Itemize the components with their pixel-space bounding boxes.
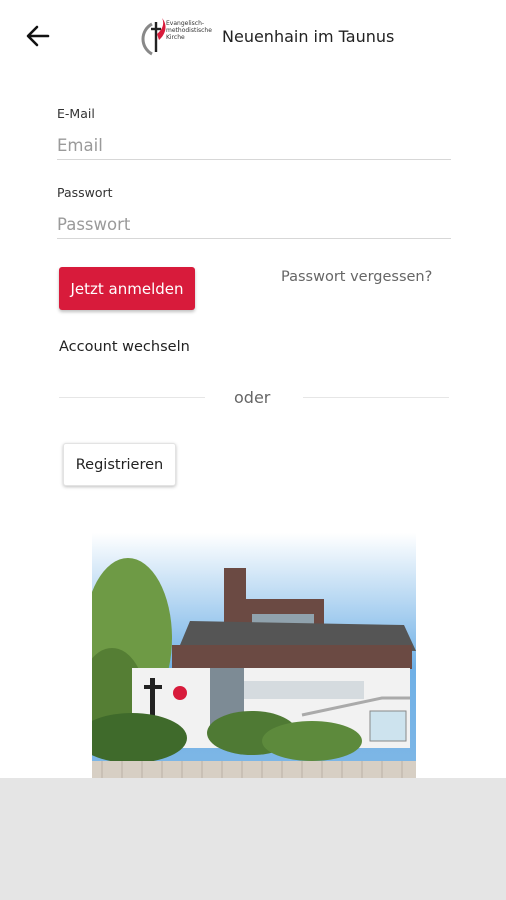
email-field[interactable] (57, 131, 451, 160)
password-field[interactable] (57, 210, 451, 239)
logo-text: Evangelisch- methodistische Kirche (166, 20, 212, 41)
switch-account-link[interactable]: Account wechseln (59, 339, 190, 355)
login-button[interactable]: Jetzt anmelden (59, 267, 195, 310)
divider-text: oder (234, 388, 271, 407)
email-label: E-Mail (57, 106, 95, 121)
password-label: Passwort (57, 185, 113, 200)
divider-line-left (59, 397, 205, 398)
register-button[interactable]: Registrieren (63, 443, 176, 486)
back-arrow-icon[interactable] (22, 22, 52, 50)
church-building-photo (92, 533, 416, 778)
page-title: Neuenhain im Taunus (222, 27, 395, 46)
bottom-panel (0, 778, 506, 900)
divider-line-right (303, 397, 449, 398)
forgot-password-link[interactable]: Passwort vergessen? (281, 269, 432, 285)
app-header: Evangelisch- methodistische Kirche Neuen… (0, 0, 506, 72)
